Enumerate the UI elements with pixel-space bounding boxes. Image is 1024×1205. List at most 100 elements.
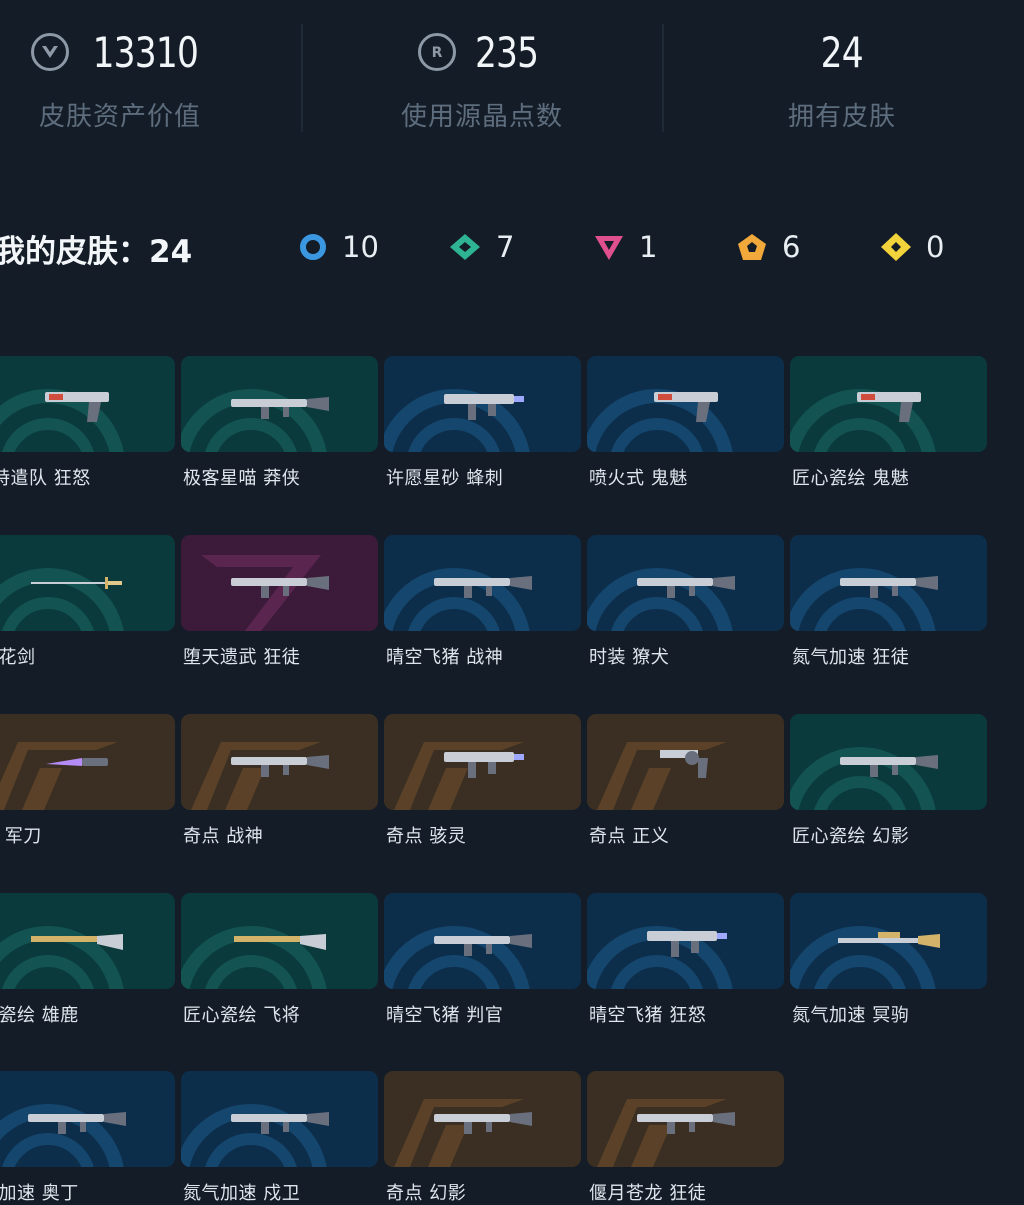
skin-card[interactable]: 许愿星砂 蜂刺	[384, 356, 581, 490]
skin-thumbnail[interactable]	[384, 893, 581, 989]
skin-card[interactable]: 9特遣队 狂怒	[0, 356, 175, 490]
skin-name: 晴空飞猪 战神	[386, 647, 504, 668]
skin-thumbnail[interactable]	[0, 1071, 175, 1167]
rifle-icon	[230, 576, 329, 598]
skin-card[interactable]: 时装 獠犬	[587, 535, 784, 669]
skin-thumbnail[interactable]	[587, 893, 784, 989]
rifle-icon	[27, 1112, 126, 1134]
skin-thumbnail[interactable]	[587, 714, 784, 810]
skin-thumbnail[interactable]	[790, 535, 987, 631]
stat-value: 13310	[92, 27, 198, 77]
skin-thumbnail[interactable]	[587, 535, 784, 631]
skin-thumbnail[interactable]	[0, 893, 175, 989]
pistol-icon	[44, 392, 109, 422]
skin-thumbnail[interactable]	[384, 1071, 581, 1167]
skin-card[interactable]: 氮气加速 冥驹	[790, 893, 987, 1027]
stat-divider	[301, 24, 303, 132]
skin-name: 瓷花剑	[0, 647, 36, 668]
skin-thumbnail[interactable]	[790, 356, 987, 452]
skin-thumbnail[interactable]	[0, 714, 175, 810]
skin-card[interactable]: 匠心瓷绘 幻影	[790, 714, 987, 848]
tier-count-select: 10	[298, 230, 379, 264]
skin-card[interactable]: 匠心瓷绘 鬼魅	[790, 356, 987, 490]
stat-value: 235	[475, 27, 539, 77]
stat-divider	[662, 24, 664, 132]
skin-thumbnail[interactable]	[181, 1071, 378, 1167]
skin-thumbnail[interactable]	[587, 1071, 784, 1167]
skin-card[interactable]: 奇点 骇灵	[384, 714, 581, 848]
knife-icon	[45, 758, 108, 766]
valorant-points-icon	[30, 33, 69, 71]
skin-card[interactable]: 喷火式 鬼魅	[587, 356, 784, 490]
rifle-icon	[636, 576, 735, 598]
rifle-icon	[433, 1112, 532, 1134]
skin-name: 许愿星砂 蜂刺	[386, 468, 504, 489]
skin-name: 氮气加速 冥驹	[792, 1005, 910, 1026]
skin-card[interactable]: 心瓷绘 雄鹿	[0, 893, 175, 1027]
tier-count: 6	[782, 230, 801, 264]
skin-thumbnail[interactable]	[0, 356, 175, 452]
stat-label: 皮肤资产价值	[38, 102, 201, 132]
skin-card[interactable]: 匠心瓷绘 飞将	[181, 893, 378, 1027]
tier-count: 10	[342, 230, 379, 264]
skin-thumbnail[interactable]	[384, 356, 581, 452]
skin-card[interactable]: 晴空飞猪 狂怒	[587, 893, 784, 1027]
skin-card[interactable]: 奇点 战神	[181, 714, 378, 848]
skin-name: 偃月苍龙 狂徒	[589, 1183, 707, 1204]
skin-card[interactable]: 点 军刀	[0, 714, 175, 848]
skin-thumbnail[interactable]	[790, 893, 987, 989]
skin-card[interactable]: 氮气加速 戍卫	[181, 1071, 378, 1205]
exclusive-tier-icon	[738, 234, 766, 260]
skin-card[interactable]: 奇点 幻影	[384, 1071, 581, 1205]
skin-card[interactable]: 氮气加速 狂徒	[790, 535, 987, 669]
skin-card[interactable]: 极客星喵 莽侠	[181, 356, 378, 490]
skin-name: 时装 獠犬	[589, 647, 670, 668]
rifle-icon	[230, 755, 329, 777]
skin-name: 点 军刀	[0, 826, 42, 847]
skin-thumbnail[interactable]	[384, 535, 581, 631]
smg-icon	[443, 752, 524, 778]
skin-card[interactable]: 奇点 正义	[587, 714, 784, 848]
skin-name: 晴空飞猪 判官	[386, 1005, 504, 1026]
stat-label: 使用源晶点数	[400, 102, 563, 132]
skin-card[interactable]: 气加速 奥丁	[0, 1071, 175, 1205]
tier-count-exclusive: 6	[736, 230, 800, 264]
skin-card[interactable]: 晴空飞猪 判官	[384, 893, 581, 1027]
skin-thumbnail[interactable]	[587, 356, 784, 452]
skin-name: 匠心瓷绘 鬼魅	[792, 468, 910, 489]
skin-name: 堕天遗武 狂徒	[183, 647, 301, 668]
shotgun-icon	[233, 934, 326, 950]
skin-card[interactable]: 偃月苍龙 狂徒	[587, 1071, 784, 1205]
skin-thumbnail[interactable]	[181, 356, 378, 452]
deluxe-tier-icon	[450, 234, 480, 260]
rifle-icon	[433, 576, 532, 598]
skin-name: 气加速 奥丁	[0, 1183, 79, 1204]
stat-radianite-used: R 235 使用源晶点数	[362, 22, 602, 133]
sniper-icon	[837, 932, 940, 948]
skin-name: 氮气加速 戍卫	[183, 1183, 301, 1204]
skin-thumbnail[interactable]	[181, 535, 378, 631]
pistol-icon	[653, 392, 718, 422]
smg-icon	[646, 931, 727, 957]
rifle-icon	[230, 397, 329, 419]
skin-thumbnail[interactable]	[790, 714, 987, 810]
skin-thumbnail[interactable]	[181, 714, 378, 810]
skin-thumbnail[interactable]	[384, 714, 581, 810]
svg-text:R: R	[432, 45, 443, 61]
skin-card[interactable]: 晴空飞猪 战神	[384, 535, 581, 669]
skin-name: 氮气加速 狂徒	[792, 647, 910, 668]
skin-card[interactable]: 瓷花剑	[0, 535, 175, 669]
tier-count: 7	[496, 230, 515, 264]
skin-summary: 我的皮肤：24 10 7 1 6 0	[0, 222, 1024, 274]
skin-thumbnail[interactable]	[0, 535, 175, 631]
my-skins-title: 我的皮肤：24	[0, 234, 193, 270]
stats-bar: 13310 皮肤资产价值 R 235 使用源晶点数 24 拥有皮肤	[0, 0, 1024, 150]
skin-thumbnail[interactable]	[181, 893, 378, 989]
tier-count-deluxe: 7	[448, 230, 514, 264]
skin-card[interactable]: 堕天遗武 狂徒	[181, 535, 378, 669]
pistol-icon	[856, 392, 921, 422]
tier-count: 0	[926, 230, 945, 264]
select-tier-icon	[300, 234, 326, 260]
rifle-icon	[636, 1112, 735, 1134]
rifle-icon	[230, 1112, 329, 1134]
